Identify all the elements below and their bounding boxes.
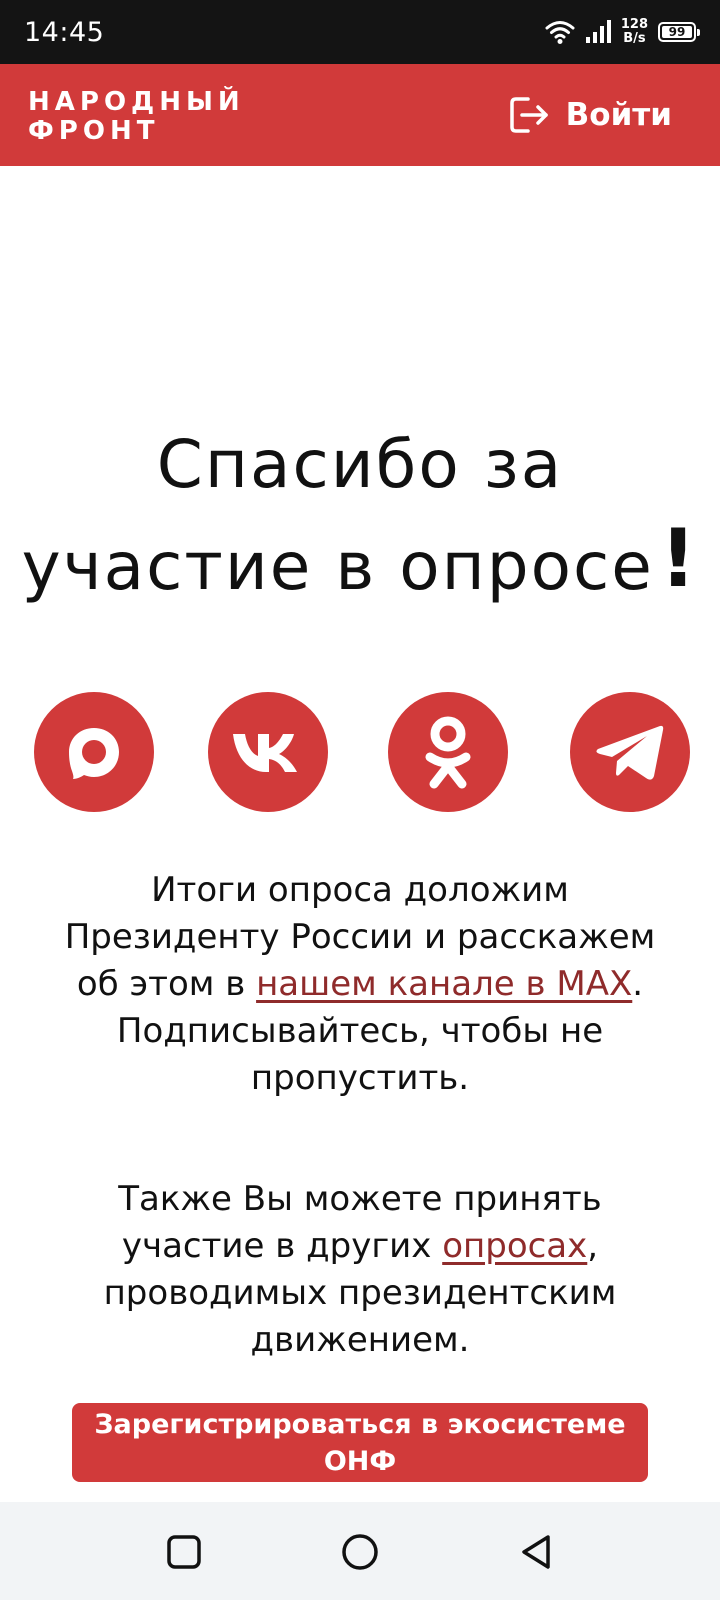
exclamation-mark: ! (659, 512, 699, 605)
circle-home-icon[interactable] (340, 1532, 380, 1572)
vk-icon (233, 734, 297, 772)
max-button[interactable] (34, 692, 154, 812)
triangle-back-icon[interactable] (516, 1532, 556, 1572)
status-time: 14:45 (24, 17, 105, 48)
status-icons: 128 B/s 99 (545, 14, 700, 50)
page-title: Спасибо за участие в опросе! (21, 426, 699, 605)
login-label: Войти (565, 97, 672, 133)
other-polls-text: Также Вы можете принять участие в других… (103, 1179, 617, 1360)
results-text: Итоги опроса доложим Президенту России и… (64, 870, 656, 1098)
telegram-icon (596, 725, 664, 780)
network-speed: 128 B/s (620, 17, 648, 46)
logo-line-1: НАРОДНЫЙ (28, 87, 245, 117)
logo[interactable]: НАРОДНЫЙ ФРОНТ (28, 88, 245, 146)
login-button[interactable]: Войти (508, 94, 672, 136)
odnoklassniki-icon (425, 716, 471, 789)
navigation-bar (0, 1502, 720, 1600)
telegram-button[interactable] (570, 692, 690, 812)
battery-level: 99 (668, 25, 686, 39)
wifi-icon (545, 21, 575, 44)
battery-icon: 99 (658, 22, 700, 42)
square-recents-icon[interactable] (164, 1532, 204, 1572)
max-channel-link[interactable]: нашем канале в MAX (256, 964, 632, 1004)
logo-line-2: ФРОНТ (28, 116, 160, 146)
signal-icon (585, 20, 611, 43)
vk-button[interactable] (208, 692, 328, 812)
register-button[interactable]: Зарегистрироваться в экосистеме ОНФ (72, 1403, 648, 1482)
max-icon (69, 728, 119, 779)
polls-link[interactable]: опросах (442, 1226, 587, 1266)
app-header: НАРОДНЫЙ ФРОНТ Войти (0, 64, 720, 166)
odnoklassniki-button[interactable] (388, 692, 508, 812)
logout-arrow-icon (509, 97, 548, 133)
status-bar: 14:45 128 B/s 99 (0, 0, 720, 64)
